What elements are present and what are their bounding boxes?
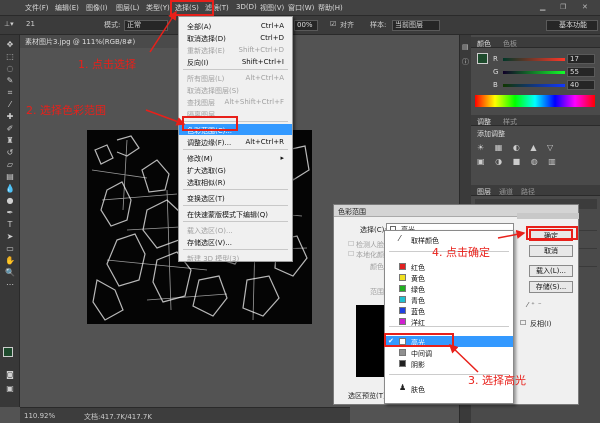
annotation-step-1: 1. 点击选择 — [78, 58, 136, 71]
annotation-step-2: 2. 选择色彩范围 — [26, 104, 106, 117]
annotation-step-4: 4. 点击确定 — [432, 246, 490, 259]
annotation-step-3: 3. 选择高光 — [468, 374, 526, 387]
